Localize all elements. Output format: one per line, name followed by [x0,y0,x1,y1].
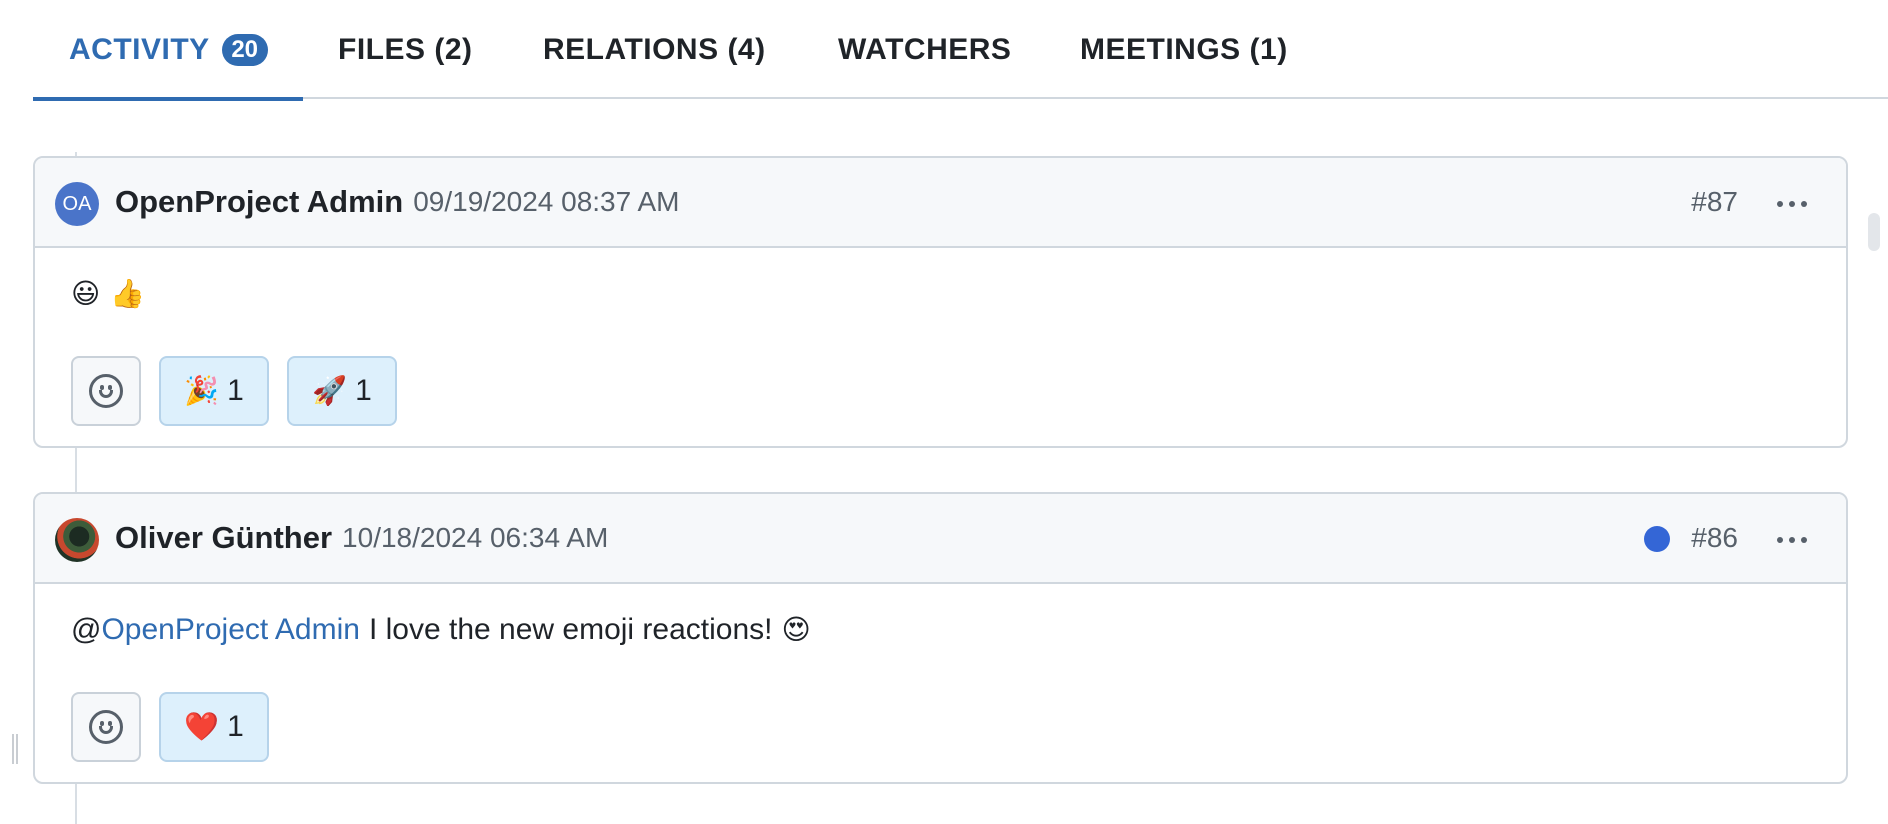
comment-author-line: OpenProject Admin 09/19/2024 08:37 AM [115,158,679,246]
tab-bar: ACTIVITY 20 FILES (2) RELATIONS (4) WATC… [33,0,1888,101]
comment-body-text: I love the new emoji reactions! [368,613,773,646]
comment-author-line: Oliver Günther 10/18/2024 06:34 AM [115,494,608,582]
reaction-button[interactable]: 🚀 1 [287,356,397,426]
timeline-connector [75,782,77,824]
comment-number[interactable]: #87 [1691,158,1738,246]
tab-files-label: FILES (2) [338,32,473,66]
avatar[interactable]: OA [55,182,99,226]
tab-files[interactable]: FILES (2) [338,0,473,99]
comment-text: @ OpenProject Admin I love the new emoji… [71,612,1810,648]
reaction-button[interactable]: ❤️ 1 [159,692,269,762]
activity-count-badge: 20 [221,33,268,66]
tab-watchers[interactable]: WATCHERS [838,0,1011,99]
comment-header: OA OpenProject Admin 09/19/2024 08:37 AM… [35,158,1846,248]
reaction-emoji: 🚀 [312,374,348,407]
comment-body: 😃 👍 🎉 1 🚀 1 [35,248,1846,426]
scrollbar-thumb[interactable] [1868,213,1880,251]
reactions-bar: ❤️ 1 [71,692,1810,762]
tab-meetings-label: MEETINGS (1) [1080,32,1288,66]
comment-text: 😃 👍 [71,276,1810,312]
mention-prefix: @ [71,613,102,646]
more-horizontal-icon [1777,537,1807,543]
more-horizontal-icon [1777,201,1807,207]
comment-timestamp[interactable]: 09/19/2024 08:37 AM [413,186,679,218]
comment-emoji: 😍 [781,613,811,646]
reaction-count: 1 [355,374,372,407]
tab-relations[interactable]: RELATIONS (4) [543,0,766,99]
reaction-emoji: 🎉 [184,374,220,407]
reaction-count: 1 [227,374,244,407]
tab-relations-label: RELATIONS (4) [543,32,766,66]
comment-card: Oliver Günther 10/18/2024 06:34 AM #86 @… [33,492,1848,784]
more-actions-button[interactable] [1768,186,1816,222]
tab-activity-label: ACTIVITY [69,32,210,66]
smiley-icon [89,710,123,744]
smiley-icon [89,374,123,408]
tab-watchers-label: WATCHERS [838,32,1012,66]
reactions-bar: 🎉 1 🚀 1 [71,356,1810,426]
comment-card: OA OpenProject Admin 09/19/2024 08:37 AM… [33,156,1848,448]
comment-number[interactable]: #86 [1691,494,1738,582]
comment-timestamp[interactable]: 10/18/2024 06:34 AM [342,522,608,554]
reaction-button[interactable]: 🎉 1 [159,356,269,426]
comment-emoji: 👍 [110,277,146,310]
resize-handle[interactable] [12,734,18,764]
tab-meetings[interactable]: MEETINGS (1) [1080,0,1288,99]
comment-header: Oliver Günther 10/18/2024 06:34 AM #86 [35,494,1846,584]
unread-indicator [1644,526,1670,552]
comment-emoji: 😃 [71,277,101,310]
comment-author[interactable]: Oliver Günther [115,520,332,556]
mention-link[interactable]: OpenProject Admin [101,612,359,648]
reaction-emoji: ❤️ [184,710,220,743]
comment-body: @ OpenProject Admin I love the new emoji… [35,584,1846,762]
avatar[interactable] [55,518,99,562]
comment-author[interactable]: OpenProject Admin [115,184,403,220]
more-actions-button[interactable] [1768,522,1816,558]
timeline-connector [75,446,77,494]
add-reaction-button[interactable] [71,692,141,762]
reaction-count: 1 [227,710,244,743]
add-reaction-button[interactable] [71,356,141,426]
tab-activity[interactable]: ACTIVITY 20 [33,0,303,101]
